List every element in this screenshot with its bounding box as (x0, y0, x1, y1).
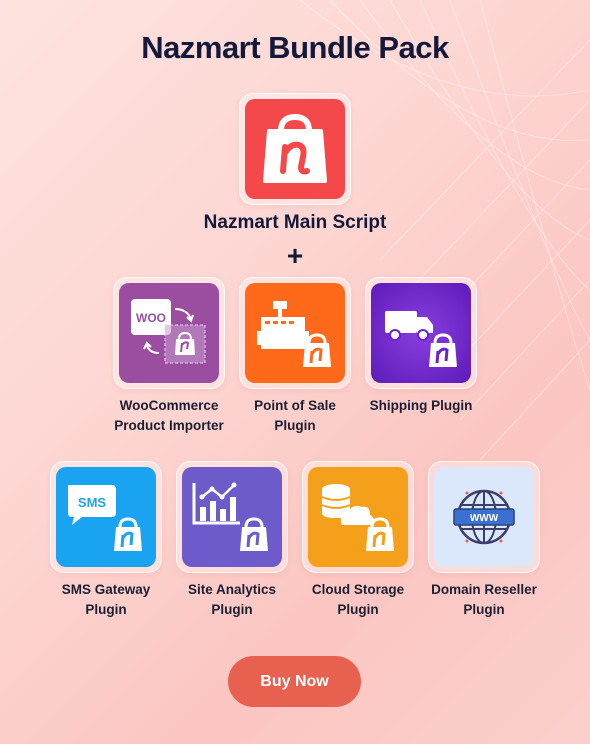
svg-text:WOO: WOO (136, 311, 166, 325)
cloud-storage-tile[interactable] (302, 461, 414, 573)
main-script-label: Nazmart Main Script (203, 212, 387, 233)
cash-register-icon (257, 301, 331, 367)
plus-sign: + (286, 240, 304, 271)
point-of-sale-tile[interactable] (239, 277, 351, 389)
analytics-chart-icon (192, 482, 268, 551)
globe-www-icon: WWW (453, 489, 515, 545)
sms-gateway-tile[interactable]: SMS (50, 461, 162, 573)
page-title: Nazmart Bundle Pack (141, 30, 449, 65)
svg-text:SMS: SMS (78, 495, 107, 510)
nazmart-bag-icon (263, 113, 327, 183)
main-script-tile[interactable] (239, 93, 351, 205)
cloud-database-icon (321, 484, 394, 551)
buy-now-button[interactable]: Buy Now (228, 656, 361, 707)
woocommerce-importer-tile[interactable]: WOO (113, 277, 225, 389)
svg-text:WWW: WWW (470, 513, 499, 524)
domain-reseller-tile[interactable]: WWW (428, 461, 540, 573)
domain-reseller-label: Domain Reseller Plugin (431, 582, 537, 617)
shipping-plugin-tile[interactable] (365, 277, 477, 389)
site-analytics-tile[interactable] (176, 461, 288, 573)
shipping-plugin-label: Shipping Plugin (369, 398, 473, 413)
sms-bubble-icon: SMS (68, 485, 142, 551)
woocommerce-import-icon: WOO (131, 299, 206, 364)
delivery-truck-icon (385, 311, 457, 367)
